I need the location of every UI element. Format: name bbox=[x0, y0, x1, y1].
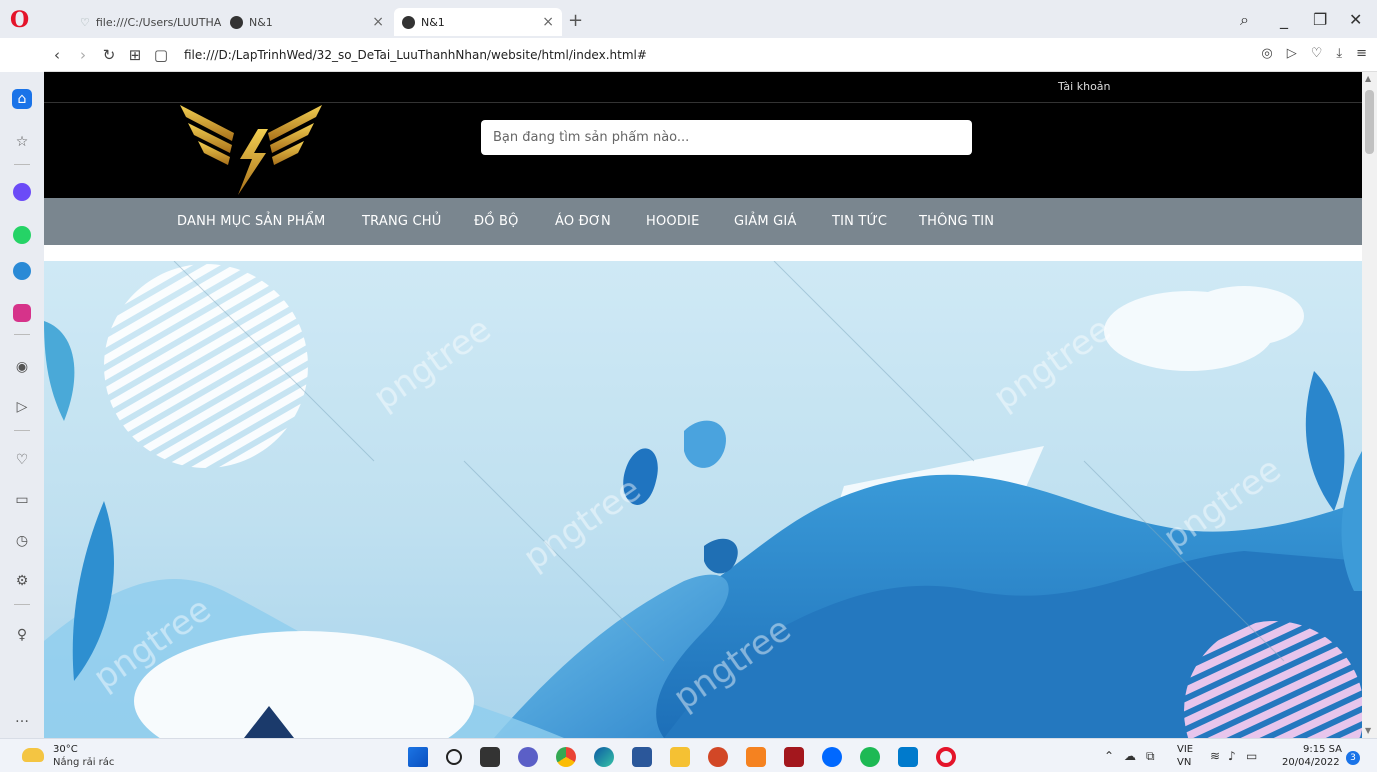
star-icon[interactable]: ☆ bbox=[12, 132, 32, 152]
globe-icon bbox=[402, 15, 415, 29]
bookmark-heart-icon[interactable]: ♡ bbox=[1311, 46, 1323, 61]
tab-label: file:///C:/Users/LUUTHA~1/ bbox=[95, 15, 222, 29]
notification-badge[interactable]: 3 bbox=[1346, 751, 1360, 765]
file-explorer-icon[interactable] bbox=[670, 747, 690, 767]
word-icon[interactable] bbox=[632, 747, 652, 767]
dev-cpp-icon[interactable] bbox=[746, 747, 766, 767]
tab-close-icon[interactable]: × bbox=[542, 14, 554, 30]
start-icon[interactable] bbox=[408, 747, 428, 767]
browser-sidebar: ⌂ ☆ ◉ ▷ ♡ ▭ ◷ ⚙ ♀ … bbox=[0, 72, 44, 738]
history-icon[interactable]: ◷ bbox=[12, 531, 32, 551]
download-icon[interactable]: ⤓ bbox=[1336, 46, 1342, 61]
language-indicator[interactable]: VIE bbox=[1177, 744, 1193, 755]
app-icon[interactable] bbox=[784, 747, 804, 767]
edge-icon[interactable] bbox=[594, 747, 614, 767]
brand-wings-logo[interactable] bbox=[176, 103, 326, 198]
wifi-icon[interactable]: ≋ bbox=[1210, 749, 1220, 763]
opera-logo-icon[interactable]: O bbox=[10, 9, 30, 31]
menu-hoodie[interactable]: HOODIE bbox=[646, 214, 700, 229]
clock-time[interactable]: 9:15 SA bbox=[1303, 744, 1342, 755]
main-menu: DANH MỤC SẢN PHẨM TRANG CHỦ ĐỒ BỘ ÁO ĐƠN… bbox=[44, 198, 1362, 245]
battery-icon[interactable]: ▭ bbox=[1246, 749, 1257, 763]
account-link[interactable]: Tài khoản bbox=[1058, 80, 1111, 93]
scroll-up-icon[interactable]: ▲ bbox=[1365, 74, 1371, 83]
onedrive-cloud-icon[interactable]: ☁ bbox=[1124, 749, 1136, 763]
teams-chat-icon[interactable] bbox=[518, 747, 538, 767]
hero-banner: pngtree pngtree pngtree pngtree pngtree … bbox=[44, 261, 1362, 738]
opera-taskbar-icon[interactable] bbox=[936, 747, 956, 767]
web-page: Tài khoản DANH MỤC SẢN PHẨM TRANG CHỦ bbox=[44, 72, 1362, 738]
restore-button[interactable]: ❐ bbox=[1313, 10, 1327, 29]
keyboard-layout[interactable]: VN bbox=[1177, 757, 1191, 768]
home-icon[interactable]: ⌂ bbox=[12, 89, 32, 109]
weather-sun-icon bbox=[22, 748, 44, 762]
address-bar: ‹ › ↻ ⊞ ▢ file:///D:/LapTrinhWed/32_so_D… bbox=[44, 38, 1377, 72]
weather-temperature[interactable]: 30°C bbox=[53, 744, 78, 755]
banner-illustration: pngtree pngtree pngtree pngtree pngtree … bbox=[44, 261, 1362, 738]
menu-news[interactable]: TIN TỨC bbox=[832, 214, 887, 229]
menu-home[interactable]: TRANG CHỦ bbox=[362, 214, 441, 229]
menu-single-tops[interactable]: ÁO ĐƠN bbox=[555, 214, 611, 229]
back-icon[interactable]: ‹ bbox=[44, 46, 70, 64]
task-view-icon[interactable] bbox=[480, 747, 500, 767]
windows-taskbar: 30°C Nắng rải rác ⌃ ☁ ⧉ VIE VN ≋ ♪ ▭ 9:1… bbox=[0, 738, 1377, 772]
tab-close-icon[interactable]: × bbox=[372, 14, 384, 30]
page-info-icon[interactable]: ▢ bbox=[148, 46, 174, 64]
menu-sale[interactable]: GIẢM GIÁ bbox=[734, 214, 797, 229]
menu-sets[interactable]: ĐỒ BỘ bbox=[474, 214, 519, 229]
weather-description[interactable]: Nắng rải rác bbox=[53, 757, 114, 768]
settings-gear-icon[interactable]: ⚙ bbox=[12, 571, 32, 591]
whatsapp-icon[interactable] bbox=[13, 226, 31, 244]
send-icon[interactable]: ▷ bbox=[1287, 46, 1297, 61]
player-icon[interactable]: ◉ bbox=[12, 357, 32, 377]
browser-tab-bar: O ♡ file:///C:/Users/LUUTHA~1/ × N&1 × N… bbox=[0, 0, 1377, 38]
telegram-icon[interactable] bbox=[13, 262, 31, 280]
top-strip: Tài khoản bbox=[44, 72, 1362, 103]
minimize-button[interactable]: _ bbox=[1280, 10, 1288, 29]
pinboard-heart-icon[interactable]: ♡ bbox=[12, 450, 32, 470]
search-icon[interactable] bbox=[446, 749, 462, 765]
product-search-input[interactable] bbox=[481, 120, 972, 155]
new-tab-button[interactable]: + bbox=[568, 10, 583, 31]
easy-setup-icon[interactable]: ≡ bbox=[1356, 46, 1367, 61]
tab-label: N&1 bbox=[249, 15, 273, 29]
forward-icon[interactable]: › bbox=[70, 46, 96, 64]
flow-icon[interactable]: ▷ bbox=[12, 397, 32, 417]
instagram-icon[interactable] bbox=[13, 304, 31, 322]
messenger-icon[interactable] bbox=[13, 183, 31, 201]
page-scrollbar[interactable]: ▲ ▼ bbox=[1362, 72, 1377, 738]
speed-dial-icon[interactable]: ⊞ bbox=[122, 46, 148, 64]
menu-info[interactable]: THÔNG TIN bbox=[919, 214, 994, 229]
search-tabs-icon[interactable]: ⌕ bbox=[1240, 10, 1249, 30]
watermark-text: pngtree bbox=[516, 469, 648, 578]
close-window-button[interactable]: ✕ bbox=[1349, 10, 1362, 29]
tab-file-explorer[interactable]: ♡ file:///C:/Users/LUUTHA~1/ × bbox=[72, 8, 222, 36]
vscode-icon[interactable] bbox=[898, 747, 918, 767]
tab-n1-first[interactable]: N&1 × bbox=[222, 8, 392, 36]
clock-date[interactable]: 20/04/2022 bbox=[1282, 757, 1340, 768]
powerpoint-icon[interactable] bbox=[708, 747, 728, 767]
more-icon[interactable]: … bbox=[12, 708, 32, 728]
tray-chevron-up-icon[interactable]: ⌃ bbox=[1104, 749, 1114, 763]
tray-app-icon[interactable]: ⧉ bbox=[1146, 749, 1155, 764]
globe-icon bbox=[230, 15, 243, 29]
tab-label: N&1 bbox=[421, 15, 445, 29]
watermark-text: pngtree bbox=[986, 309, 1118, 418]
volume-icon[interactable]: ♪ bbox=[1228, 749, 1236, 763]
snapshot-icon[interactable]: ◎ bbox=[1261, 46, 1272, 61]
tips-bulb-icon[interactable]: ♀ bbox=[12, 625, 32, 645]
reload-icon[interactable]: ↻ bbox=[96, 46, 122, 64]
site-header bbox=[44, 103, 1362, 198]
spotify-icon[interactable] bbox=[860, 747, 880, 767]
scroll-thumb[interactable] bbox=[1365, 90, 1374, 154]
scroll-down-icon[interactable]: ▼ bbox=[1365, 726, 1371, 735]
chrome-icon[interactable] bbox=[556, 747, 576, 767]
tabs-icon[interactable]: ▭ bbox=[12, 490, 32, 510]
menu-product-categories[interactable]: DANH MỤC SẢN PHẨM bbox=[177, 214, 325, 229]
watermark-text: pngtree bbox=[366, 309, 498, 418]
url-field[interactable]: file:///D:/LapTrinhWed/32_so_DeTai_LuuTh… bbox=[184, 48, 647, 62]
zalo-icon[interactable] bbox=[822, 747, 842, 767]
tab-heart-icon: ♡ bbox=[80, 15, 90, 29]
tab-n1-active[interactable]: N&1 × bbox=[394, 8, 562, 36]
